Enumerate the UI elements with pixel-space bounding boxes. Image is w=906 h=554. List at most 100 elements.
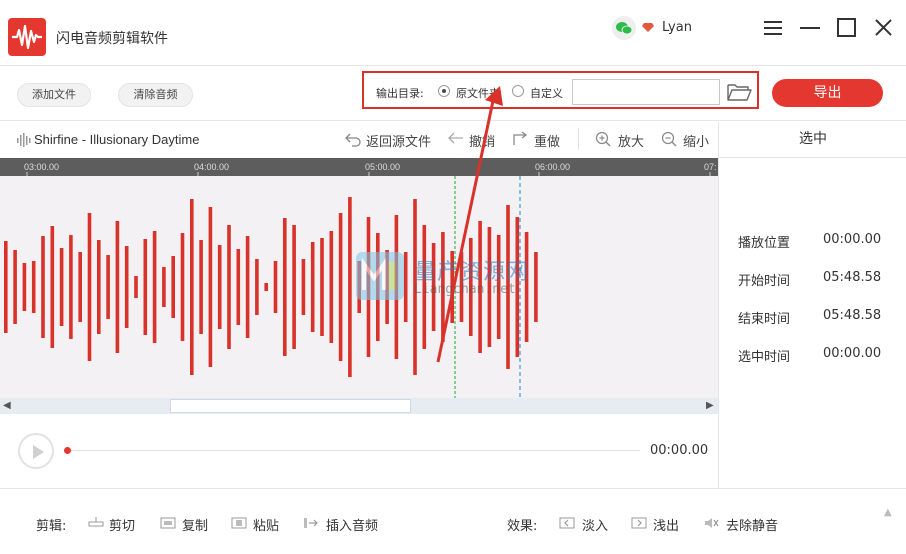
waveform-area[interactable]: 量产资源网 Liangchan.net	[0, 176, 718, 398]
waveform-bar	[162, 267, 166, 307]
playback-progress-handle[interactable]	[64, 447, 71, 454]
toolbar: 添加文件 清除音频 输出目录: 原文件夹 自定义 导出	[0, 66, 906, 121]
paste-button[interactable]: 粘贴	[253, 515, 279, 534]
playback-progress-track[interactable]	[68, 450, 640, 451]
waveform-bar	[31, 261, 36, 313]
radio-original-folder[interactable]	[438, 85, 450, 97]
waveform-bar	[106, 255, 110, 319]
effects-label: 效果:	[507, 519, 538, 534]
return-source-button[interactable]: 返回源文件	[366, 131, 431, 150]
waveform-bar	[292, 225, 296, 349]
title-bar: 闪电音频剪辑软件 Lyan	[0, 0, 906, 66]
ruler-tick-label: 05:00.00	[365, 162, 401, 172]
collapse-chevron-icon[interactable]: ▲	[884, 507, 892, 518]
vip-diamond-icon	[642, 23, 654, 32]
waveform-bar	[152, 231, 157, 343]
remove-silence-button[interactable]: 去除静音	[726, 515, 778, 534]
app-logo-icon	[8, 18, 46, 56]
waveform-bar	[348, 197, 352, 377]
watermark: 量产资源网 Liangchan.net	[354, 250, 554, 304]
waveform-bar	[320, 238, 324, 336]
waveform-bar	[208, 207, 213, 367]
waveform-bar	[41, 236, 45, 338]
export-button[interactable]: 导出	[772, 79, 883, 107]
waveform-bar	[180, 233, 185, 341]
waveform-bar	[50, 226, 55, 348]
ruler-tick-label: 03:00.00	[24, 162, 60, 172]
scroll-left-icon[interactable]: ◀	[3, 400, 11, 411]
add-file-button[interactable]: 添加文件	[17, 83, 91, 107]
info-value-play-position: 00:00.00	[823, 232, 882, 247]
waveform-bar	[236, 249, 241, 325]
insert-audio-button[interactable]: 插入音频	[326, 515, 378, 534]
waveform-bar	[115, 221, 120, 353]
app-title: 闪电音频剪辑软件	[56, 31, 168, 47]
output-path-input[interactable]	[572, 79, 720, 105]
close-icon[interactable]	[872, 16, 896, 40]
info-value-selected-duration: 00:00.00	[823, 346, 882, 361]
insert-audio-icon[interactable]	[303, 517, 319, 529]
menu-icon[interactable]	[762, 16, 786, 40]
waveform-bar	[255, 259, 259, 315]
ruler-tick-label: 06:00.00	[535, 162, 571, 172]
cut-icon[interactable]	[88, 517, 104, 529]
folder-open-icon[interactable]	[726, 81, 752, 103]
copy-icon[interactable]	[160, 517, 176, 529]
fade-out-icon[interactable]	[631, 517, 647, 529]
waveform-bar	[69, 235, 73, 339]
play-button[interactable]	[18, 433, 54, 469]
info-label-end-time: 结束时间	[738, 312, 791, 327]
timeline-ruler[interactable]: 03:00.00 04:00.00 05:00.00 06:00.00 07:	[0, 158, 718, 176]
waveform-bar	[245, 236, 250, 338]
fade-in-icon[interactable]	[559, 517, 575, 529]
waveform-bar	[190, 199, 194, 375]
waveform-bar	[143, 239, 148, 335]
waveform-bar	[329, 231, 334, 343]
info-label-play-position: 播放位置	[738, 236, 791, 251]
waveform-bar	[171, 256, 175, 318]
redo-icon[interactable]	[512, 131, 530, 147]
redo-button[interactable]: 重做	[534, 131, 560, 150]
waveform-bar	[22, 263, 27, 311]
return-source-icon[interactable]	[344, 131, 362, 147]
username[interactable]: Lyan	[662, 20, 692, 35]
toolbar-divider	[578, 128, 579, 150]
undo-button[interactable]: 撤销	[469, 131, 495, 150]
scroll-thumb[interactable]	[170, 399, 411, 413]
waveform-bar	[301, 259, 306, 315]
waveform-bar	[310, 242, 315, 332]
fade-in-button[interactable]: 淡入	[582, 515, 608, 534]
copy-button[interactable]: 复制	[182, 515, 208, 534]
scroll-right-icon[interactable]: ▶	[706, 400, 714, 411]
cut-button[interactable]: 剪切	[109, 515, 135, 534]
radio-custom[interactable]	[512, 85, 524, 97]
info-label-selected-duration: 选中时间	[738, 350, 791, 365]
fade-out-button[interactable]: 浅出	[653, 515, 679, 534]
paste-icon[interactable]	[231, 517, 247, 529]
maximize-icon[interactable]	[835, 16, 859, 40]
minimize-icon[interactable]	[798, 16, 822, 40]
clear-audio-button[interactable]: 清除音频	[118, 83, 193, 107]
horizontal-scrollbar[interactable]: ◀ ▶	[0, 398, 718, 414]
waveform-bar	[338, 213, 343, 361]
info-value-start-time: 05:48.58	[823, 270, 882, 285]
zoom-out-button[interactable]: 缩小	[683, 131, 709, 150]
waveform-bar	[4, 241, 8, 333]
zoom-out-icon[interactable]	[661, 131, 679, 147]
waveform-bar	[227, 225, 231, 349]
output-directory-group: 输出目录: 原文件夹 自定义	[362, 71, 759, 109]
editor-header: Shirfine - Illusionary Daytime 返回源文件 撤销 …	[0, 122, 718, 158]
waveform-bar	[264, 283, 268, 291]
waveform-bar	[97, 240, 101, 334]
wechat-icon[interactable]	[612, 16, 636, 40]
edit-label: 剪辑:	[36, 519, 67, 534]
zoom-in-button[interactable]: 放大	[618, 131, 644, 150]
waveform-bar	[78, 252, 82, 322]
radio-original-folder-label[interactable]: 原文件夹	[456, 85, 500, 101]
waveform-bar	[283, 218, 287, 356]
zoom-in-icon[interactable]	[595, 131, 613, 147]
radio-custom-label[interactable]: 自定义	[530, 85, 563, 101]
remove-silence-icon[interactable]	[703, 517, 719, 529]
undo-icon[interactable]	[447, 131, 465, 147]
watermark-logo-icon	[356, 252, 404, 300]
